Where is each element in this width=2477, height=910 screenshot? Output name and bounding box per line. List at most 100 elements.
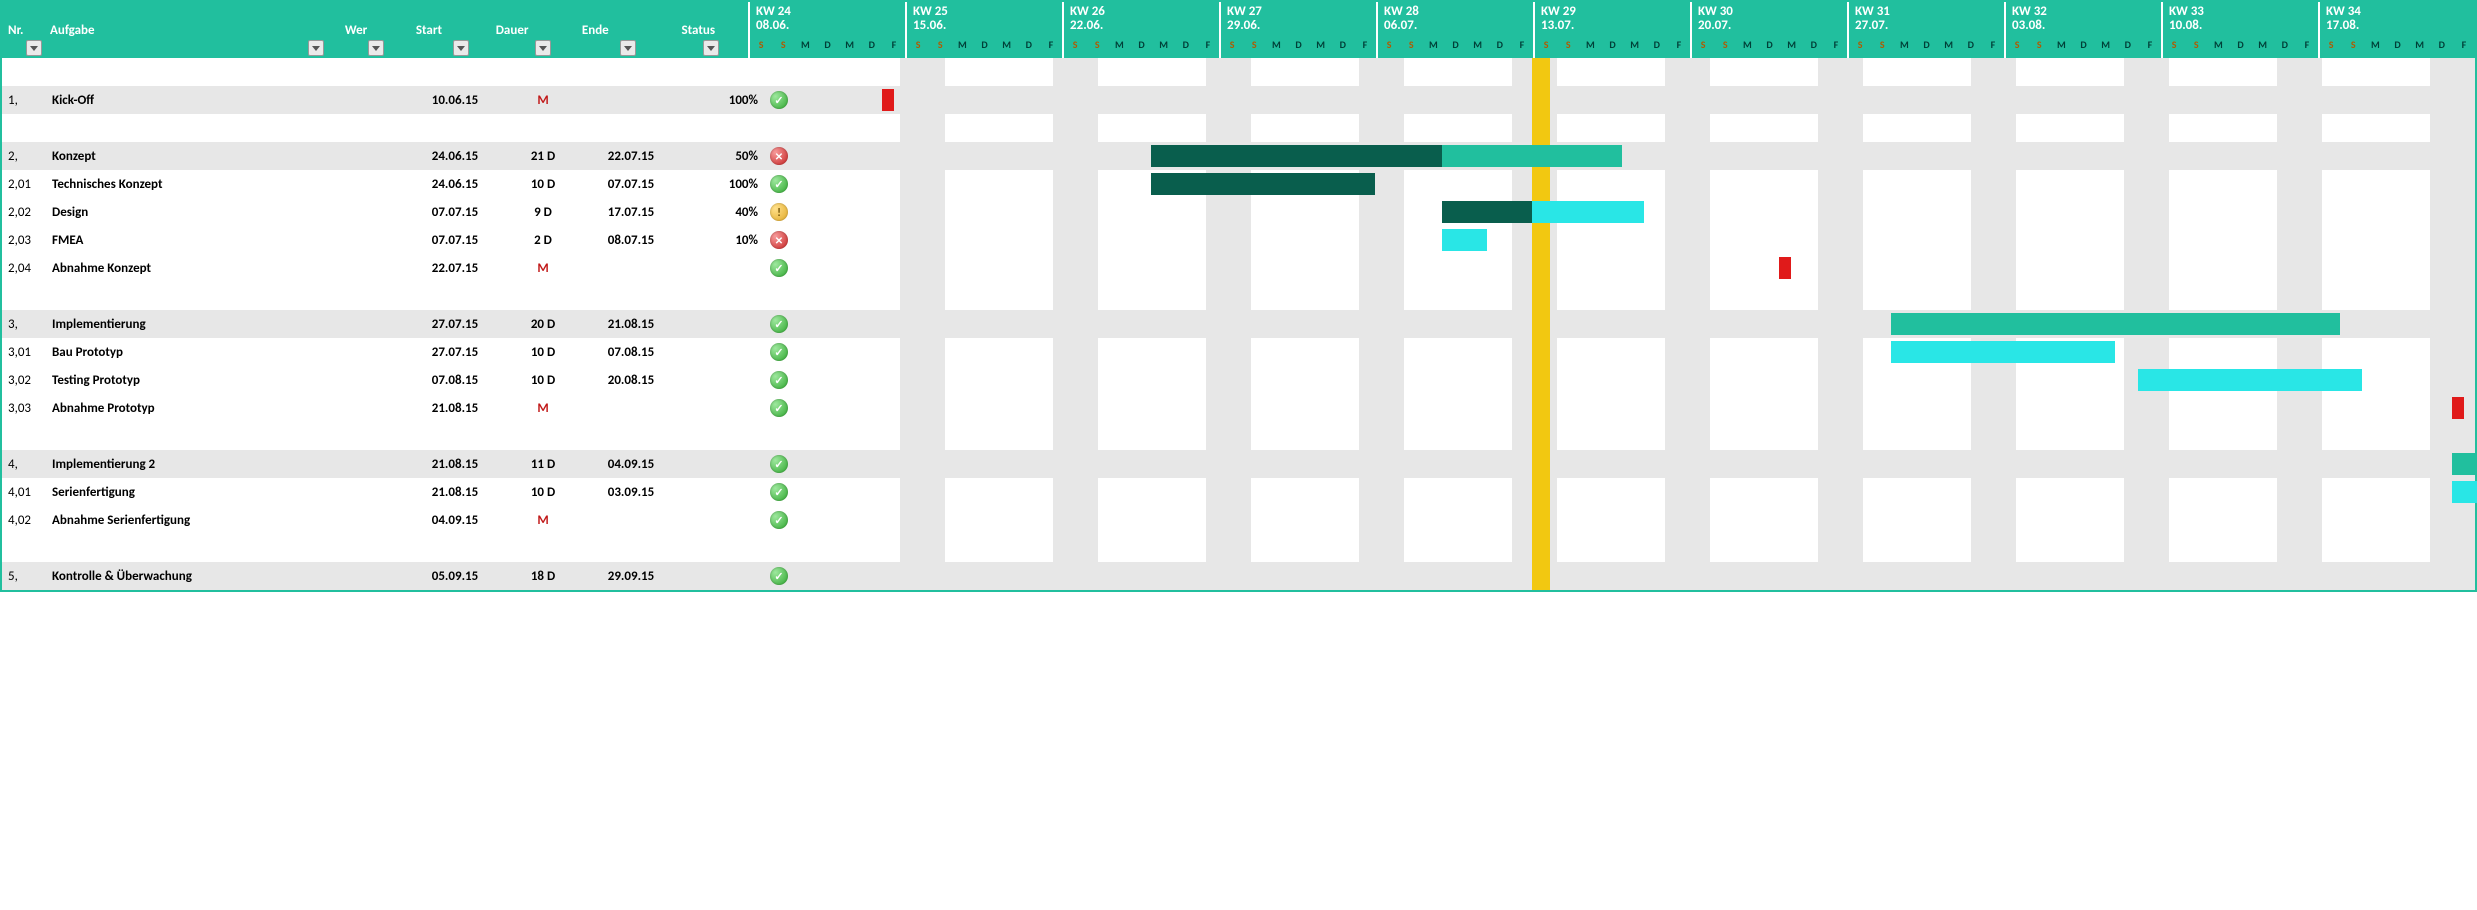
cell-start[interactable]: 04.09.15 [410, 513, 500, 528]
cell-start[interactable]: 22.07.15 [410, 261, 500, 276]
cell-aufgabe[interactable]: Abnahme Serienfertigung [46, 513, 346, 528]
cell-aufgabe[interactable]: Kontrolle & Überwachung [46, 569, 346, 584]
cell-dauer[interactable]: 11 D [500, 457, 586, 472]
cell-aufgabe[interactable]: Testing Prototyp [46, 373, 346, 388]
filter-dauer[interactable] [535, 40, 551, 56]
week-label: KW 3020.07. [1692, 2, 1847, 38]
cell-ende[interactable]: 08.07.15 [586, 233, 676, 248]
cell-dauer[interactable]: 9 D [500, 205, 586, 220]
cell-dauer[interactable]: 2 D [500, 233, 586, 248]
cell-status[interactable]: 40% [676, 205, 764, 220]
cell-dauer[interactable]: 10 D [500, 485, 586, 500]
cell-ende[interactable]: 17.07.15 [586, 205, 676, 220]
cell-status[interactable]: 100% [676, 177, 764, 192]
cell-status[interactable]: 50% [676, 149, 764, 164]
cell-nr[interactable]: 2, [2, 149, 46, 164]
day-labels: SSMDMDF [1378, 38, 1533, 58]
milestone-marker[interactable] [1779, 257, 1791, 279]
cell-ende[interactable]: 20.08.15 [586, 373, 676, 388]
cell-aufgabe[interactable]: Implementierung 2 [46, 457, 346, 472]
cell-dauer[interactable]: M [500, 513, 586, 528]
cell-aufgabe[interactable]: Bau Prototyp [46, 345, 346, 360]
cell-ende[interactable]: 21.08.15 [586, 317, 676, 332]
cell-ende[interactable]: 03.09.15 [586, 485, 676, 500]
cell-nr[interactable]: 1, [2, 93, 46, 108]
cell-start[interactable]: 27.07.15 [410, 345, 500, 360]
filter-start[interactable] [453, 40, 469, 56]
cell-aufgabe[interactable]: Implementierung [46, 317, 346, 332]
filter-status[interactable] [703, 40, 719, 56]
cell-nr[interactable]: 2,01 [2, 177, 46, 192]
cell-start[interactable]: 07.07.15 [410, 233, 500, 248]
cell-start[interactable]: 27.07.15 [410, 317, 500, 332]
cell-ende[interactable]: 22.07.15 [586, 149, 676, 164]
check-icon [770, 399, 788, 417]
gantt-bar[interactable] [1891, 313, 2340, 335]
filter-nr[interactable] [26, 40, 42, 56]
cell-dauer[interactable]: 21 D [500, 149, 586, 164]
cell-aufgabe[interactable]: Serienfertigung [46, 485, 346, 500]
cell-dauer[interactable]: M [500, 93, 586, 108]
gantt-bar[interactable] [2452, 453, 2477, 475]
cell-start[interactable]: 24.06.15 [410, 149, 500, 164]
gantt-cell [792, 114, 2475, 142]
cell-start[interactable]: 24.06.15 [410, 177, 500, 192]
cell-nr[interactable]: 3, [2, 317, 46, 332]
cell-nr[interactable]: 2,02 [2, 205, 46, 220]
gantt-cell [792, 170, 2475, 198]
cell-ende[interactable]: 29.09.15 [586, 569, 676, 584]
cell-dauer[interactable]: M [500, 401, 586, 416]
gantt-bar[interactable] [1891, 341, 2115, 363]
cell-aufgabe[interactable]: Technisches Konzept [46, 177, 346, 192]
blank-row [2, 534, 2475, 562]
cell-aufgabe[interactable]: Design [46, 205, 346, 220]
week-header: KW 2913.07.SSMDMDF [1533, 2, 1690, 58]
task-row: 3,01Bau Prototyp 27.07.1510 D07.08.15 [2, 338, 2475, 366]
gantt-bar[interactable] [2452, 481, 2477, 503]
cell-start[interactable]: 21.08.15 [410, 457, 500, 472]
check-icon [770, 455, 788, 473]
week-header: KW 3020.07.SSMDMDF [1690, 2, 1847, 58]
cell-start[interactable]: 05.09.15 [410, 569, 500, 584]
cell-aufgabe[interactable]: Konzept [46, 149, 346, 164]
cell-nr[interactable]: 3,01 [2, 345, 46, 360]
milestone-marker[interactable] [2452, 397, 2464, 419]
cell-aufgabe[interactable]: Abnahme Prototyp [46, 401, 346, 416]
cell-dauer[interactable]: 10 D [500, 345, 586, 360]
gantt-bar[interactable] [2138, 369, 2362, 391]
cell-ende[interactable]: 04.09.15 [586, 457, 676, 472]
cell-aufgabe[interactable]: Abnahme Konzept [46, 261, 346, 276]
cell-nr[interactable]: 5, [2, 569, 46, 584]
cell-start[interactable]: 10.06.15 [410, 93, 500, 108]
cell-nr[interactable]: 2,03 [2, 233, 46, 248]
cell-dauer[interactable]: 10 D [500, 373, 586, 388]
milestone-marker[interactable] [882, 89, 894, 111]
cell-status[interactable]: 100% [676, 93, 764, 108]
cell-aufgabe[interactable]: FMEA [46, 233, 346, 248]
filter-aufgabe[interactable] [308, 40, 324, 56]
gantt-cell [792, 254, 2475, 282]
cell-dauer[interactable]: 18 D [500, 569, 586, 584]
cell-status[interactable]: 10% [676, 233, 764, 248]
cell-start[interactable]: 21.08.15 [410, 485, 500, 500]
gantt-bar[interactable] [1151, 173, 1375, 195]
cell-nr[interactable]: 4,02 [2, 513, 46, 528]
cell-aufgabe[interactable]: Kick-Off [46, 93, 346, 108]
cell-start[interactable]: 21.08.15 [410, 401, 500, 416]
cell-start[interactable]: 07.07.15 [410, 205, 500, 220]
cell-nr[interactable]: 4, [2, 457, 46, 472]
cell-dauer[interactable]: M [500, 261, 586, 276]
filter-ende[interactable] [620, 40, 636, 56]
cell-start[interactable]: 07.08.15 [410, 373, 500, 388]
gantt-bar[interactable] [1442, 229, 1487, 251]
cell-status-icon [764, 371, 792, 389]
cell-ende[interactable]: 07.08.15 [586, 345, 676, 360]
cell-nr[interactable]: 3,03 [2, 401, 46, 416]
cell-dauer[interactable]: 20 D [500, 317, 586, 332]
cell-dauer[interactable]: 10 D [500, 177, 586, 192]
cell-nr[interactable]: 4,01 [2, 485, 46, 500]
cell-ende[interactable]: 07.07.15 [586, 177, 676, 192]
filter-wer[interactable] [368, 40, 384, 56]
cell-nr[interactable]: 2,04 [2, 261, 46, 276]
cell-nr[interactable]: 3,02 [2, 373, 46, 388]
